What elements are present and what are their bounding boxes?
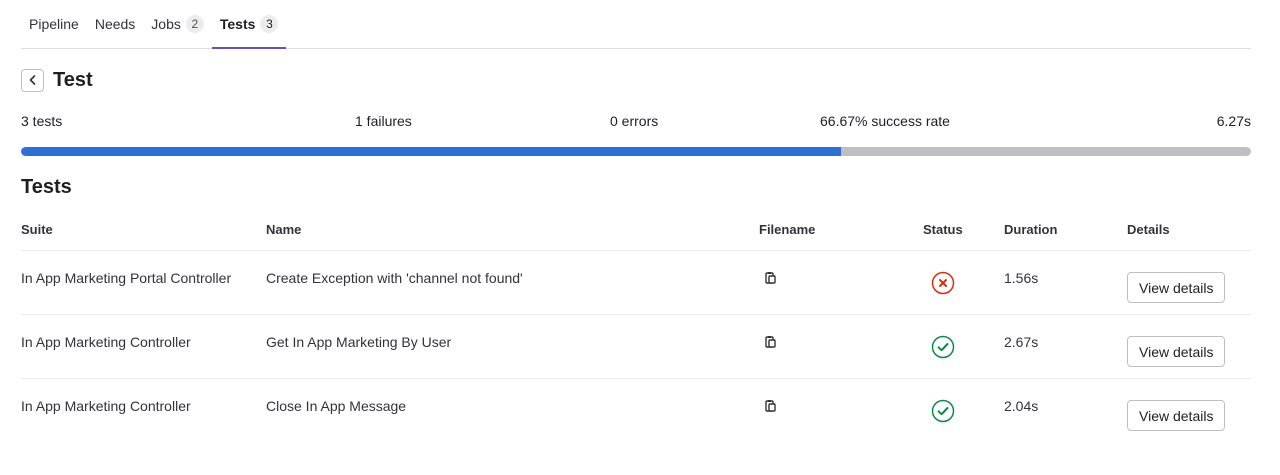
name-cell: Close In App Message [266, 397, 407, 414]
tab-jobs[interactable]: Jobs 2 [143, 0, 212, 48]
table-row: In App Marketing Portal Controller Creat… [21, 250, 1251, 314]
table-row: In App Marketing Controller Get In App M… [21, 314, 1251, 378]
test-report-page: Pipeline Needs Jobs 2 Tests 3 Test 3 tes… [0, 0, 1280, 475]
summary-failures: 1 failures [355, 113, 412, 129]
filename-cell [759, 379, 779, 442]
header-duration: Duration [1004, 222, 1058, 237]
success-progress-bar [21, 147, 1251, 156]
summary-errors: 0 errors [610, 113, 659, 129]
filename-cell [759, 315, 779, 378]
copy-icon[interactable] [763, 270, 779, 286]
status-cell [923, 251, 955, 314]
copy-icon[interactable] [763, 398, 779, 414]
header-filename: Filename [759, 222, 816, 237]
count-badge: 3 [260, 15, 279, 33]
tab-label: Tests [219, 16, 256, 32]
status-success-icon [931, 399, 955, 422]
summary-tests: 3 tests [21, 113, 63, 129]
name-cell: Create Exception with 'channel not found… [266, 269, 523, 286]
name-cell: Get In App Marketing By User [266, 333, 452, 350]
tests-table: Suite Name Filename Status Duration Deta… [21, 216, 1251, 442]
view-details-button[interactable]: View details [1127, 400, 1226, 431]
page-title: Test [53, 68, 93, 91]
suite-cell: In App Marketing Controller [21, 333, 191, 350]
header-suite: Suite [21, 222, 53, 237]
test-summary: 3 tests 1 failures 0 errors 66.67% succe… [21, 111, 1251, 133]
status-success-icon [931, 335, 955, 358]
back-button[interactable] [21, 68, 44, 92]
header-status: Status [923, 222, 963, 237]
details-cell: View details [1127, 251, 1226, 314]
filename-cell [759, 251, 779, 314]
duration-cell: 2.67s [1004, 333, 1039, 350]
section-title: Tests [21, 176, 72, 198]
tab-label: Needs [94, 16, 136, 32]
details-cell: View details [1127, 379, 1226, 442]
header-details: Details [1127, 222, 1170, 237]
tab-pipeline[interactable]: Pipeline [21, 0, 87, 48]
status-cell [923, 315, 955, 378]
count-badge: 2 [185, 15, 204, 33]
progress-fill [21, 147, 842, 156]
summary-success-rate: 66.67% success rate [820, 113, 950, 129]
copy-icon[interactable] [763, 334, 779, 350]
table-header-row: Suite Name Filename Status Duration Deta… [21, 216, 1251, 250]
details-cell: View details [1127, 315, 1226, 378]
suite-header: Test [21, 49, 1250, 111]
tab-tests[interactable]: Tests 3 [211, 0, 287, 49]
view-details-button[interactable]: View details [1127, 336, 1226, 367]
summary-duration: 6.27s [1216, 113, 1251, 129]
tab-label: Pipeline [29, 16, 79, 32]
pipeline-tabs: Pipeline Needs Jobs 2 Tests 3 [21, 0, 1251, 49]
duration-cell: 1.56s [1004, 269, 1039, 286]
suite-cell: In App Marketing Controller [21, 397, 191, 414]
duration-cell: 2.04s [1004, 397, 1039, 414]
tab-label: Jobs [151, 16, 181, 32]
table-row: In App Marketing Controller Close In App… [21, 378, 1251, 442]
suite-cell: In App Marketing Portal Controller [21, 269, 232, 286]
chevron-left-icon [29, 75, 35, 85]
header-name: Name [266, 222, 302, 237]
status-cell [923, 379, 955, 442]
view-details-button[interactable]: View details [1127, 272, 1226, 303]
tab-needs[interactable]: Needs [87, 0, 143, 48]
status-failed-icon [931, 271, 955, 294]
